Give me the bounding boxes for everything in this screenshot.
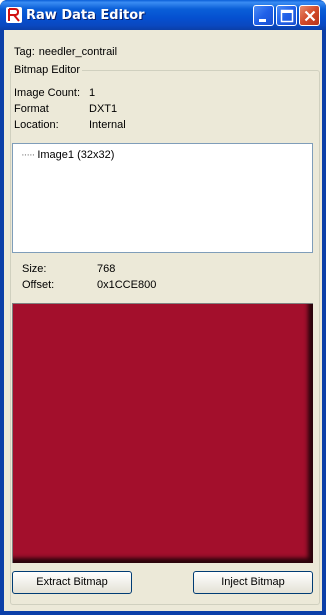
window-frame-bottom (0, 611, 326, 615)
minimize-button[interactable] (253, 5, 274, 26)
window-frame-right (322, 30, 326, 615)
close-icon (304, 10, 316, 22)
maximize-icon (280, 9, 294, 23)
window-title: Raw Data Editor (26, 8, 145, 23)
image-count-value: 1 (89, 87, 96, 99)
location-value: Internal (89, 119, 126, 131)
format-value: DXT1 (89, 103, 118, 115)
group-legend: Bitmap Editor (12, 64, 83, 76)
minimize-icon (259, 19, 266, 22)
tree-item-image1[interactable]: ····· Image1 (32x32) (21, 149, 114, 161)
raw-data-editor-window: Raw Data Editor Tag: needler_contrail Bit… (0, 0, 326, 615)
client-area: Tag: needler_contrail Bitmap Editor Image… (4, 30, 322, 611)
offset-value: 0x1CCE800 (97, 279, 157, 291)
tree-line-icon: ····· (21, 149, 35, 161)
image-count-label: Image Count: (14, 87, 81, 99)
maximize-button[interactable] (276, 5, 297, 26)
extract-bitmap-button[interactable]: Extract Bitmap (12, 571, 132, 594)
close-button[interactable] (299, 5, 320, 26)
title-bar[interactable]: Raw Data Editor (0, 0, 326, 30)
format-label: Format (14, 103, 49, 115)
tag-line: Tag: needler_contrail (14, 46, 121, 58)
app-icon (6, 7, 22, 23)
bitmap-preview (12, 303, 313, 563)
tag-label: Tag: (14, 46, 35, 58)
tag-value: needler_contrail (38, 46, 118, 58)
location-label: Location: (14, 119, 59, 131)
inject-bitmap-button[interactable]: Inject Bitmap (193, 571, 313, 594)
size-label: Size: (22, 263, 47, 275)
offset-label: Offset: (22, 279, 55, 291)
image-tree-view[interactable]: ····· Image1 (32x32) (12, 143, 313, 253)
size-value: 768 (97, 263, 116, 275)
tree-item-label: Image1 (32x32) (37, 149, 115, 161)
